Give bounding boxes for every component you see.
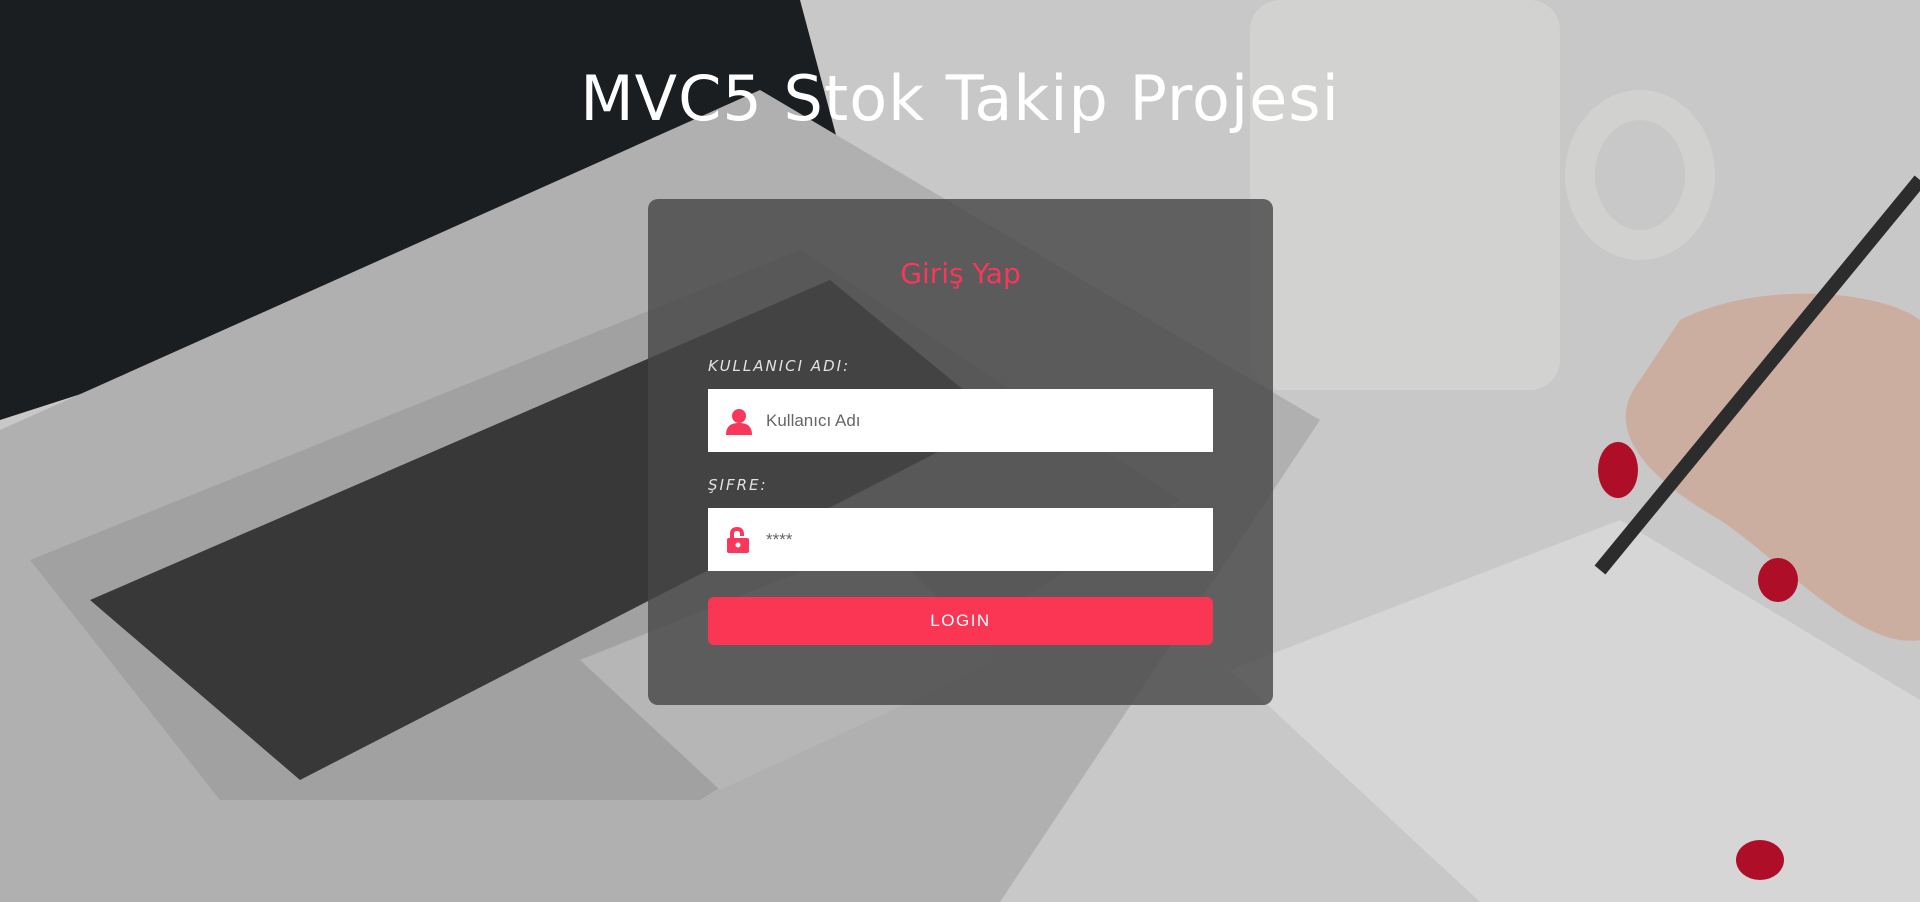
username-input[interactable]	[766, 389, 1196, 452]
password-input[interactable]	[766, 508, 1196, 571]
login-button[interactable]: LOGIN	[708, 597, 1213, 645]
login-card: Giriş Yap KULLANICI ADI: ŞIFRE: LOGIN	[648, 199, 1273, 705]
password-field[interactable]	[708, 508, 1213, 571]
username-label: KULLANICI ADI:	[708, 357, 851, 375]
user-icon	[725, 407, 753, 435]
unlock-icon	[725, 526, 753, 554]
page-title: MVC5 Stok Takip Projesi	[580, 62, 1340, 135]
login-card-title: Giriş Yap	[900, 257, 1021, 290]
password-label: ŞIFRE:	[708, 476, 768, 494]
username-field[interactable]	[708, 389, 1213, 452]
